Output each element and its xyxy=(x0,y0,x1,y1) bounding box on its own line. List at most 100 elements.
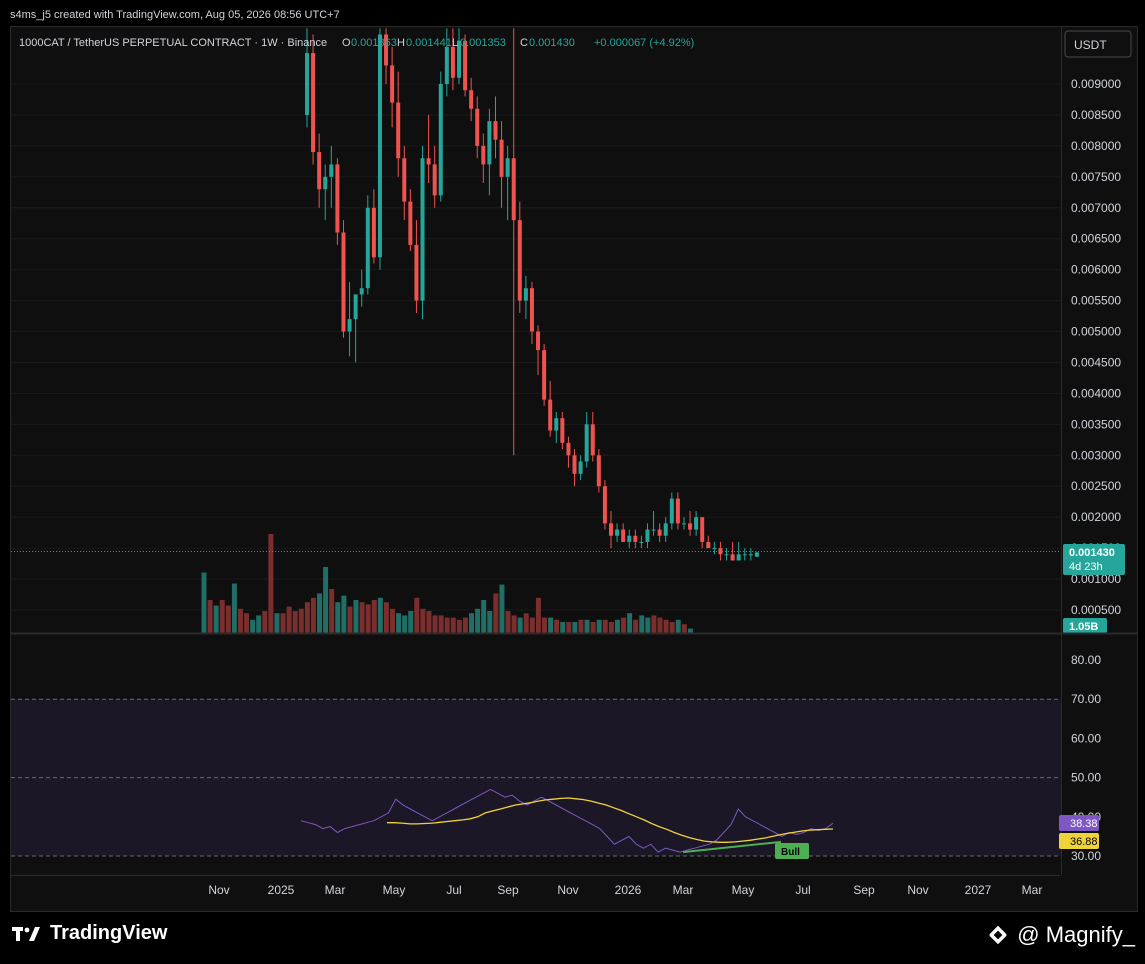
creator-caption: s4ms_j5 created with TradingView.com, Au… xyxy=(10,9,340,21)
currency-button[interactable]: USDT xyxy=(1064,30,1132,58)
candle-body xyxy=(639,541,644,543)
volume-bar xyxy=(669,622,675,633)
candle-body xyxy=(335,164,340,233)
time-tick-label: Sep xyxy=(497,883,519,897)
volume-bar xyxy=(268,534,274,633)
candle-body xyxy=(724,554,729,556)
candle-countdown: 4d 23h xyxy=(1069,561,1103,573)
candle-body xyxy=(596,455,601,487)
volume-bar xyxy=(298,608,304,633)
price-tick-label: 0.007000 xyxy=(1071,201,1121,215)
volume-bar xyxy=(213,605,219,633)
volume-bar xyxy=(481,600,487,633)
candle-body xyxy=(663,523,668,536)
price-tick-label: 0.005000 xyxy=(1071,325,1121,339)
volume-bar xyxy=(517,617,523,633)
volume-bar xyxy=(657,617,663,633)
candle-body xyxy=(438,84,443,196)
ohlc-l-label: L xyxy=(452,37,458,49)
volume-bar xyxy=(207,600,213,633)
volume-bar xyxy=(371,600,377,633)
price-tick-label: 0.000500 xyxy=(1071,603,1121,617)
candle-body xyxy=(469,90,474,109)
candle-body xyxy=(621,529,626,542)
volume-bar xyxy=(535,597,541,633)
volume-bar xyxy=(687,628,693,633)
ohlc-c-value: 0.001430 xyxy=(529,37,575,49)
candle-body xyxy=(426,158,431,165)
volume-bar xyxy=(402,615,408,633)
candle-body xyxy=(706,541,711,549)
magnify-watermark: @ Magnify_ xyxy=(985,922,1135,948)
price-tick-label: 0.005500 xyxy=(1071,294,1121,308)
chart-canvas[interactable]: 1000CAT / TetherUS PERPETUAL CONTRACT · … xyxy=(11,27,1137,911)
ohlc-o-value: 0.001363 xyxy=(351,37,397,49)
volume-bar xyxy=(541,617,547,633)
volume-bar xyxy=(292,611,298,633)
volume-bar xyxy=(554,619,560,633)
symbol-title: 1000CAT / TetherUS PERPETUAL CONTRACT · … xyxy=(19,37,327,49)
candle-body xyxy=(317,152,322,190)
volume-bar xyxy=(450,617,456,633)
rsi-ma-tag: 36.88 xyxy=(1059,833,1099,849)
ohlc-o-label: O xyxy=(342,37,351,49)
last-price-value: 0.001430 xyxy=(1069,547,1115,559)
tradingview-logo[interactable]: TradingView xyxy=(12,922,167,945)
magnify-text: @ Magnify_ xyxy=(1017,922,1135,947)
volume-bar xyxy=(614,619,620,633)
candle-body xyxy=(754,552,759,557)
candle-body xyxy=(493,121,498,140)
candle-body xyxy=(359,288,364,295)
ohlc-c-label: C xyxy=(520,37,528,49)
candle-body xyxy=(736,554,741,561)
candle-body xyxy=(688,523,693,530)
time-tick-label: Nov xyxy=(907,883,928,897)
volume-tag-value: 1.05B xyxy=(1069,621,1098,633)
volume-bar xyxy=(584,619,590,633)
volume-bar xyxy=(675,619,681,633)
candle-body xyxy=(633,535,638,542)
candle-body xyxy=(408,201,413,245)
candle-body xyxy=(578,461,583,474)
candle-body xyxy=(444,46,449,84)
tradingview-brand: TradingView xyxy=(50,922,168,944)
ohlc-h-label: H xyxy=(397,37,405,49)
price-tick-label: 0.009000 xyxy=(1071,77,1121,91)
volume-bar xyxy=(529,617,535,633)
volume-bar xyxy=(347,606,353,633)
candle-body xyxy=(487,121,492,165)
time-tick-label: 2026 xyxy=(615,883,642,897)
volume-bar xyxy=(359,602,365,633)
volume-bar xyxy=(310,597,316,633)
volume-bar xyxy=(231,583,237,633)
candle-body xyxy=(560,418,565,443)
candle-body xyxy=(329,164,334,177)
volume-bar xyxy=(414,597,420,633)
volume-bar xyxy=(353,600,359,633)
time-tick-label: Jul xyxy=(795,883,810,897)
volume-bar xyxy=(627,613,633,633)
volume-bar xyxy=(244,613,250,633)
volume-bar xyxy=(201,572,207,633)
candle-body xyxy=(353,294,358,320)
time-tick-label: May xyxy=(383,883,406,897)
candle-body xyxy=(475,108,480,146)
volume-bar xyxy=(383,602,389,633)
volume-tag: 1.05B xyxy=(1063,618,1107,633)
candle-body xyxy=(657,529,662,536)
volume-bar xyxy=(317,593,323,633)
candle-body xyxy=(511,158,516,221)
time-tick-label: 2025 xyxy=(268,883,295,897)
candle-body xyxy=(730,554,735,561)
rsi-tick-label: 30.00 xyxy=(1071,849,1101,863)
tradingview-logo-icon xyxy=(12,926,40,941)
candle-body xyxy=(566,442,571,456)
chart-frame[interactable]: 1000CAT / TetherUS PERPETUAL CONTRACT · … xyxy=(10,26,1138,912)
time-tick-label: Mar xyxy=(1022,883,1043,897)
candle-body xyxy=(572,455,577,474)
volume-bar xyxy=(444,617,450,633)
candle-body xyxy=(681,523,686,525)
price-axis: 0.009000 0.008500 0.008000 0.007500 0.007000… xyxy=(1061,27,1121,633)
volume-bar xyxy=(621,617,627,633)
volume-bar xyxy=(426,611,432,633)
